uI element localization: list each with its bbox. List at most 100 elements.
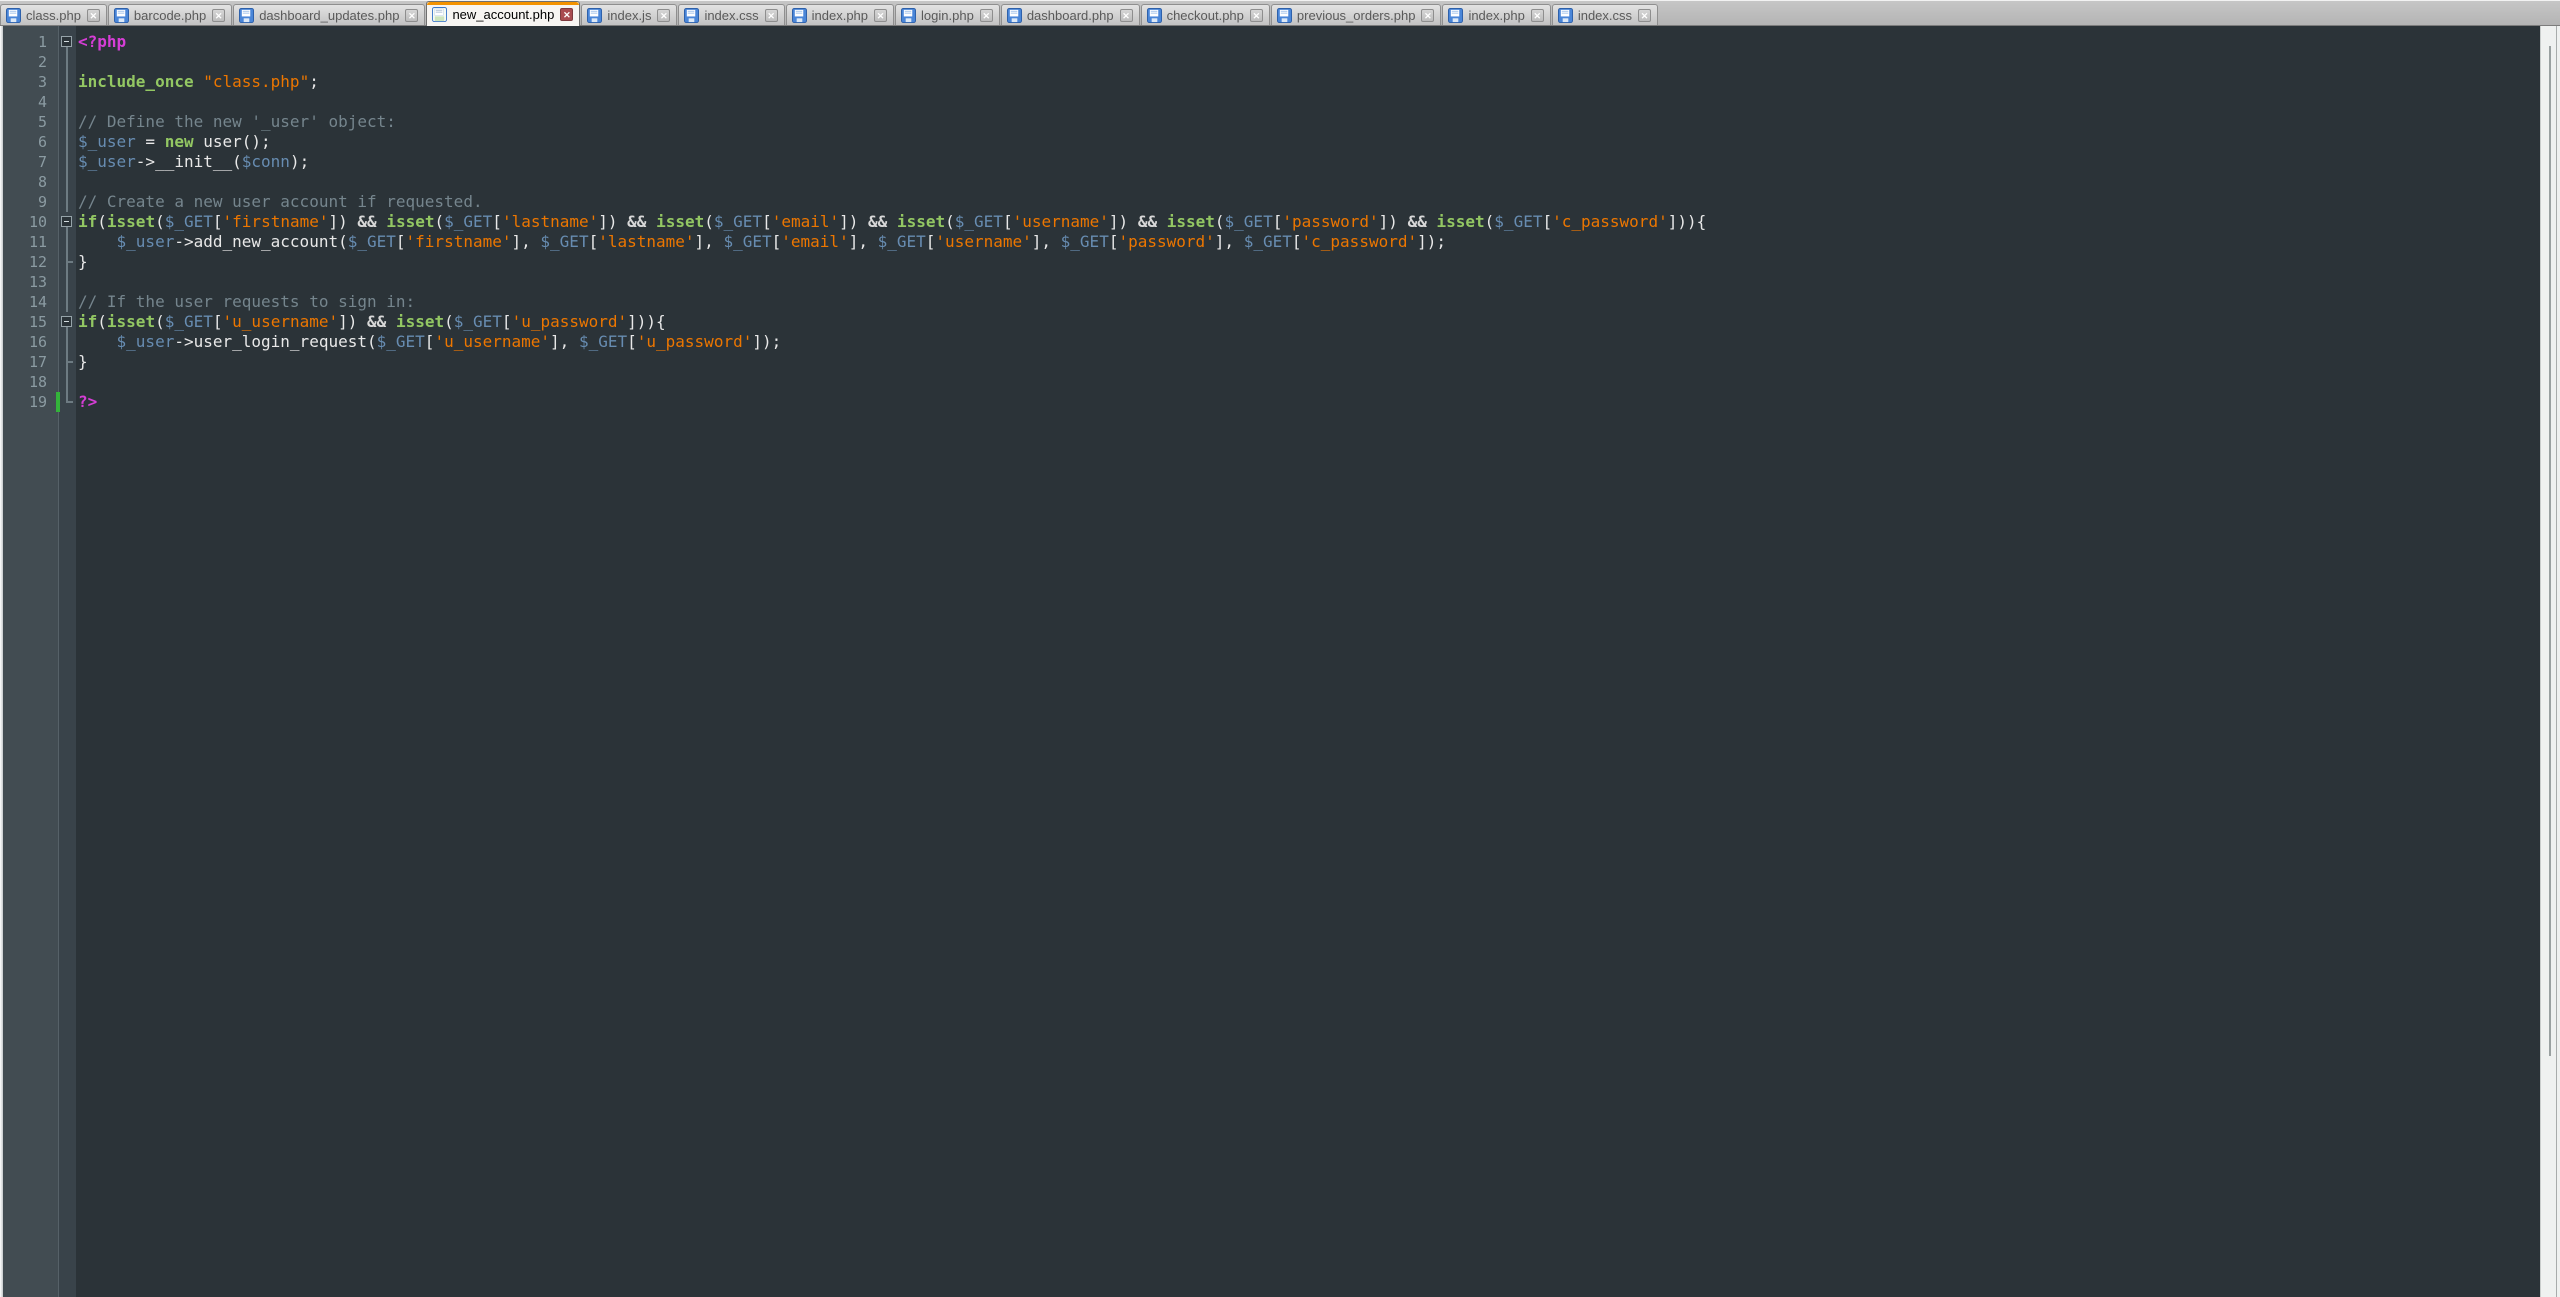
code-line-6[interactable]: $_user = new user(); bbox=[78, 132, 2540, 152]
close-icon[interactable]: ✕ bbox=[405, 9, 418, 22]
close-icon[interactable]: ✕ bbox=[560, 8, 573, 21]
fold-guide bbox=[59, 172, 76, 192]
tab-label: barcode.php bbox=[134, 8, 206, 23]
tab-label: new_account.php bbox=[452, 7, 554, 22]
fold-guide bbox=[59, 292, 76, 312]
code-line-4[interactable] bbox=[78, 92, 2540, 112]
line-number[interactable]: 19 bbox=[3, 392, 58, 412]
tab-dashboard-php-8[interactable]: dashboard.php ✕ bbox=[1001, 4, 1140, 25]
line-number[interactable]: 12 bbox=[3, 252, 58, 272]
line-number[interactable]: 14 bbox=[3, 292, 58, 312]
tab-new_account-php-3[interactable]: new_account.php ✕ bbox=[426, 1, 580, 26]
fold-guide bbox=[59, 52, 76, 72]
line-number[interactable]: 9 bbox=[3, 192, 58, 212]
tab-label: index.php bbox=[812, 8, 868, 23]
tab-label: class.php bbox=[26, 8, 81, 23]
tab-checkout-php-9[interactable]: checkout.php ✕ bbox=[1141, 4, 1270, 25]
tab-label: index.css bbox=[1578, 8, 1632, 23]
line-number[interactable]: 16 bbox=[3, 332, 58, 352]
code-line-9[interactable]: // Create a new user account if requeste… bbox=[78, 192, 2540, 212]
close-icon[interactable]: ✕ bbox=[765, 9, 778, 22]
code-line-10[interactable]: if(isset($_GET['firstname']) && isset($_… bbox=[78, 212, 2540, 232]
code-pane[interactable]: <?php include_once "class.php"; // Defin… bbox=[78, 26, 2540, 1297]
close-icon[interactable]: ✕ bbox=[212, 9, 225, 22]
tab-index-php-6[interactable]: index.php ✕ bbox=[786, 4, 894, 25]
file-icon bbox=[1277, 8, 1292, 23]
close-icon[interactable]: ✕ bbox=[1638, 9, 1651, 22]
tab-label: previous_orders.php bbox=[1297, 8, 1416, 23]
line-number[interactable]: 6 bbox=[3, 132, 58, 152]
tab-previous_orders-php-10[interactable]: previous_orders.php ✕ bbox=[1271, 4, 1442, 25]
line-number[interactable]: 18 bbox=[3, 372, 58, 392]
code-line-18[interactable] bbox=[78, 372, 2540, 392]
fold-guide bbox=[59, 132, 76, 152]
line-number[interactable]: 13 bbox=[3, 272, 58, 292]
tab-index-js-4[interactable]: index.js✕ bbox=[581, 4, 677, 25]
file-icon bbox=[114, 8, 129, 23]
scrollbar-thumb[interactable] bbox=[2549, 46, 2551, 1056]
code-line-19[interactable]: ?> bbox=[78, 392, 2540, 412]
tab-barcode-php-1[interactable]: barcode.php ✕ bbox=[108, 4, 232, 25]
line-number[interactable]: 2 bbox=[3, 52, 58, 72]
tab-index-css-5[interactable]: index.css ✕ bbox=[678, 4, 784, 25]
code-line-14[interactable]: // If the user requests to sign in: bbox=[78, 292, 2540, 312]
code-line-17[interactable]: } bbox=[78, 352, 2540, 372]
line-number[interactable]: 8 bbox=[3, 172, 58, 192]
line-number[interactable]: 1 bbox=[3, 32, 58, 52]
tab-login-php-7[interactable]: login.php ✕ bbox=[895, 4, 1000, 25]
file-icon bbox=[901, 8, 916, 23]
close-icon[interactable]: ✕ bbox=[1531, 9, 1544, 22]
close-icon[interactable]: ✕ bbox=[980, 9, 993, 22]
saved-change-marker bbox=[56, 392, 60, 412]
code-line-7[interactable]: $_user->__init__($conn); bbox=[78, 152, 2540, 172]
tab-index-css-12[interactable]: index.css ✕ bbox=[1552, 4, 1658, 25]
code-line-13[interactable] bbox=[78, 272, 2540, 292]
fold-guide bbox=[59, 372, 76, 392]
code-line-11[interactable]: $_user->add_new_account($_GET['firstname… bbox=[78, 232, 2540, 252]
code-line-1[interactable]: <?php bbox=[78, 32, 2540, 52]
fold-margin[interactable] bbox=[59, 26, 76, 1297]
file-icon bbox=[792, 8, 807, 23]
close-icon[interactable]: ✕ bbox=[87, 9, 100, 22]
vertical-scrollbar[interactable] bbox=[2540, 26, 2560, 1297]
tab-label: dashboard.php bbox=[1027, 8, 1114, 23]
fold-guide bbox=[59, 112, 76, 132]
fold-collapse-icon[interactable] bbox=[59, 312, 76, 332]
code-line-8[interactable] bbox=[78, 172, 2540, 192]
line-number[interactable]: 3 bbox=[3, 72, 58, 92]
code-line-2[interactable] bbox=[78, 52, 2540, 72]
code-line-16[interactable]: $_user->user_login_request($_GET['u_user… bbox=[78, 332, 2540, 352]
line-number[interactable]: 7 bbox=[3, 152, 58, 172]
fold-collapse-icon[interactable] bbox=[59, 212, 76, 232]
code-line-15[interactable]: if(isset($_GET['u_username']) && isset($… bbox=[78, 312, 2540, 332]
close-icon[interactable]: ✕ bbox=[1120, 9, 1133, 22]
line-number[interactable]: 5 bbox=[3, 112, 58, 132]
line-number[interactable]: 17 bbox=[3, 352, 58, 372]
code-line-5[interactable]: // Define the new '_user' object: bbox=[78, 112, 2540, 132]
tab-label: login.php bbox=[921, 8, 974, 23]
tab-class-php-0[interactable]: class.php ✕ bbox=[0, 4, 107, 25]
line-number[interactable]: 4 bbox=[3, 92, 58, 112]
line-number[interactable]: 15 bbox=[3, 312, 58, 332]
line-number[interactable]: 10 bbox=[3, 212, 58, 232]
code-line-12[interactable]: } bbox=[78, 252, 2540, 272]
file-icon bbox=[587, 8, 602, 23]
line-number-gutter[interactable]: 12345678910111213141516171819 bbox=[3, 26, 59, 1297]
line-number[interactable]: 11 bbox=[3, 232, 58, 252]
file-icon bbox=[1448, 8, 1463, 23]
close-icon[interactable]: ✕ bbox=[874, 9, 887, 22]
close-icon[interactable]: ✕ bbox=[1250, 9, 1263, 22]
close-icon[interactable]: ✕ bbox=[1421, 9, 1434, 22]
code-line-3[interactable]: include_once "class.php"; bbox=[78, 72, 2540, 92]
file-icon bbox=[6, 8, 21, 23]
tab-bar: class.php✕barcode.php✕dashboard_updates.… bbox=[0, 0, 2560, 26]
fold-guide bbox=[59, 332, 76, 352]
fold-guide bbox=[59, 252, 76, 272]
tab-index-php-11[interactable]: index.php✕ bbox=[1442, 4, 1550, 25]
close-icon[interactable]: ✕ bbox=[657, 9, 670, 22]
tab-label: index.css bbox=[704, 8, 758, 23]
tab-label: checkout.php bbox=[1167, 8, 1244, 23]
fold-collapse-icon[interactable] bbox=[59, 32, 76, 52]
tab-dashboard_updates-php-2[interactable]: dashboard_updates.php✕ bbox=[233, 4, 425, 25]
fold-guide bbox=[59, 232, 76, 252]
